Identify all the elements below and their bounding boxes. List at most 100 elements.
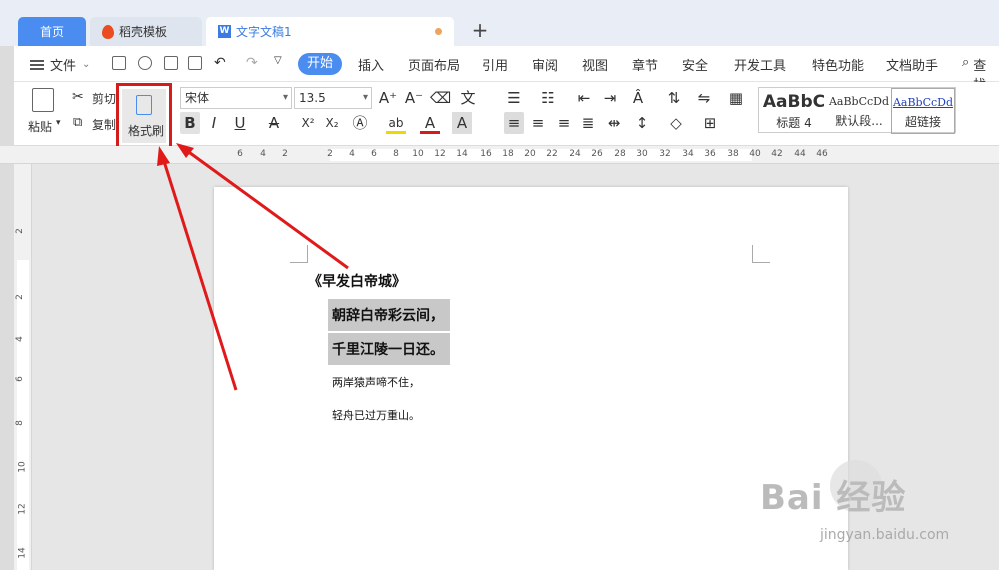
ruler-tick-label: 6 — [237, 149, 243, 159]
text-effect-button[interactable]: Ⓐ — [350, 112, 370, 134]
numbered-list-icon[interactable]: ☷ — [538, 87, 558, 109]
paste-icon[interactable] — [32, 88, 54, 112]
underline-button[interactable]: U — [230, 112, 250, 134]
cut-button-label[interactable]: 剪切 — [92, 90, 116, 107]
sort-icon[interactable]: ⇅ — [664, 87, 684, 109]
poem-line-2[interactable]: 千里江陵一日还。 — [328, 333, 450, 365]
style-default-sample: AaBbCcDd — [828, 95, 890, 108]
char-shading-button[interactable]: A — [452, 112, 472, 134]
copy-button-label[interactable]: 复制 — [92, 116, 116, 133]
style-default[interactable]: AaBbCcDd 默认段... — [827, 88, 891, 134]
phonetic-guide-icon[interactable]: 文 — [458, 87, 478, 109]
vruler-tick-label: 14 — [17, 547, 28, 559]
ruler-tick-label: 36 — [704, 149, 716, 159]
style-heading4[interactable]: AaBbC 标题 4 — [761, 88, 827, 134]
document-page[interactable]: 《早发白帝城》 朝辞白帝彩云间， 千里江陵一日还。 两岸猿声啼不住， 轻舟已过万… — [214, 187, 848, 570]
ruler-tick-label: 16 — [480, 149, 492, 159]
increase-indent-icon[interactable]: ⇥ — [600, 87, 620, 109]
ruler-tick-label: 2 — [327, 149, 333, 159]
table-grid-icon[interactable]: ▦ — [726, 87, 746, 109]
format-painter-button[interactable]: 格式刷 — [122, 89, 166, 143]
menu-item-view[interactable]: 视图 — [582, 55, 608, 74]
ruler-tick-label: 20 — [524, 149, 536, 159]
ruler-tick-label: 28 — [614, 149, 626, 159]
output-pdf-icon[interactable] — [138, 56, 152, 70]
paste-button-label[interactable]: 粘贴 — [28, 118, 52, 135]
italic-button[interactable]: I — [204, 112, 224, 134]
margin-corner-mark — [752, 245, 770, 263]
ruler-tick-label: 40 — [749, 149, 761, 159]
scissors-icon[interactable]: ✂ — [72, 89, 84, 105]
style-hyperlink[interactable]: AaBbCcDd 超链接 — [891, 88, 955, 134]
tab-home-label: 首页 — [39, 25, 64, 39]
justify-button[interactable]: ≣ — [578, 112, 598, 134]
menu-item-chapter[interactable]: 章节 — [632, 55, 658, 74]
customize-chevron-icon[interactable]: ▽ — [274, 55, 282, 66]
clear-format-icon[interactable]: ⌫ — [430, 87, 451, 109]
vertical-ruler[interactable]: 2 2 4 6 8 10 12 14 — [14, 164, 32, 570]
menu-bar: 文件 ⌄ ↶ ↷ ▽ 开始 插入 页面布局 引用 审阅 视图 章节 安全 开发工… — [0, 46, 999, 93]
ruler-tick-label: 18 — [502, 149, 514, 159]
file-menu[interactable]: 文件 ⌄ — [30, 55, 90, 74]
shading-button[interactable]: ◇ — [666, 112, 686, 134]
align-left-button[interactable]: ≡ — [504, 112, 524, 134]
writer-doc-icon: W — [218, 25, 231, 38]
format-painter-highlight: 格式刷 — [116, 83, 172, 149]
font-size-select[interactable]: 13.5 — [294, 87, 372, 109]
style-default-name: 默认段... — [835, 114, 883, 128]
menu-item-developer[interactable]: 开发工具 — [734, 55, 786, 74]
tab-template[interactable]: 稻壳模板 — [90, 17, 202, 46]
poem-line-3[interactable]: 两岸猿声啼不住， — [332, 374, 420, 390]
distributed-align-button[interactable]: ⇹ — [604, 112, 624, 134]
style-hyperlink-sample: AaBbCcDd — [892, 96, 954, 109]
borders-button[interactable]: ⊞ — [700, 112, 720, 134]
tab-home[interactable]: 首页 — [18, 17, 86, 46]
vruler-tick-label: 2 — [14, 228, 25, 234]
menu-item-start[interactable]: 开始 — [298, 53, 342, 75]
shrink-font-icon[interactable]: A⁻ — [404, 87, 424, 109]
chevron-down-icon: ⌄ — [82, 59, 91, 70]
strikethrough-button[interactable]: A — [264, 112, 284, 134]
grow-font-icon[interactable]: A⁺ — [378, 87, 398, 109]
print-preview-icon[interactable] — [188, 56, 202, 70]
font-family-select[interactable]: 宋体 — [180, 87, 292, 109]
ruler-tick-label: 26 — [591, 149, 603, 159]
line-spacing-button[interactable]: ↕ — [632, 112, 652, 134]
menu-item-page-layout[interactable]: 页面布局 — [408, 55, 460, 74]
align-center-button[interactable]: ≡ — [528, 112, 548, 134]
superscript-button[interactable]: X² — [298, 112, 318, 134]
highlight-color-button[interactable]: ab — [386, 112, 406, 134]
ruler-tick-label: 8 — [393, 149, 399, 159]
format-painter-icon — [136, 95, 152, 115]
menu-item-security[interactable]: 安全 — [682, 55, 708, 74]
redo-icon[interactable]: ↷ — [246, 55, 258, 71]
menu-item-references[interactable]: 引用 — [482, 55, 508, 74]
ruler-tick-label: 34 — [682, 149, 694, 159]
chinese-layout-icon[interactable]: Â — [628, 87, 648, 109]
poem-line-4[interactable]: 轻舟已过万重山。 — [332, 407, 420, 423]
menu-item-features[interactable]: 特色功能 — [812, 55, 864, 74]
undo-icon[interactable]: ↶ — [214, 55, 226, 71]
copy-icon[interactable]: ⧉ — [73, 115, 82, 130]
tab-document[interactable]: W 文字文稿1 — [206, 17, 454, 46]
menu-item-insert[interactable]: 插入 — [358, 55, 384, 74]
bold-button[interactable]: B — [180, 112, 200, 134]
align-right-button[interactable]: ≡ — [554, 112, 574, 134]
print-icon[interactable] — [164, 56, 178, 70]
menu-item-review[interactable]: 审阅 — [532, 55, 558, 74]
poem-line-1[interactable]: 朝辞白帝彩云间， — [328, 299, 450, 331]
decrease-indent-icon[interactable]: ⇤ — [574, 87, 594, 109]
menu-item-doc-assistant[interactable]: 文档助手 — [886, 55, 938, 74]
horizontal-ruler[interactable]: 6 4 2 2 4 6 8 10 12 14 16 18 20 22 24 26 28 30 32 34 36 38 40 4… — [0, 146, 999, 164]
ruler-tick-label: 24 — [569, 149, 581, 159]
bullet-list-icon[interactable]: ☰ — [504, 87, 524, 109]
new-tab-button[interactable]: + — [470, 18, 490, 42]
show-marks-icon[interactable]: ⇋ — [694, 87, 714, 109]
subscript-button[interactable]: X₂ — [322, 112, 342, 134]
baidu-watermark-url: jingyan.baidu.com — [820, 527, 950, 543]
paste-chevron-icon[interactable]: ▾ — [56, 118, 61, 128]
tab-template-label: 稻壳模板 — [119, 25, 168, 39]
font-color-button[interactable]: A — [420, 112, 440, 134]
poem-title[interactable]: 《早发白帝城》 — [308, 271, 406, 291]
save-icon[interactable] — [112, 56, 126, 70]
